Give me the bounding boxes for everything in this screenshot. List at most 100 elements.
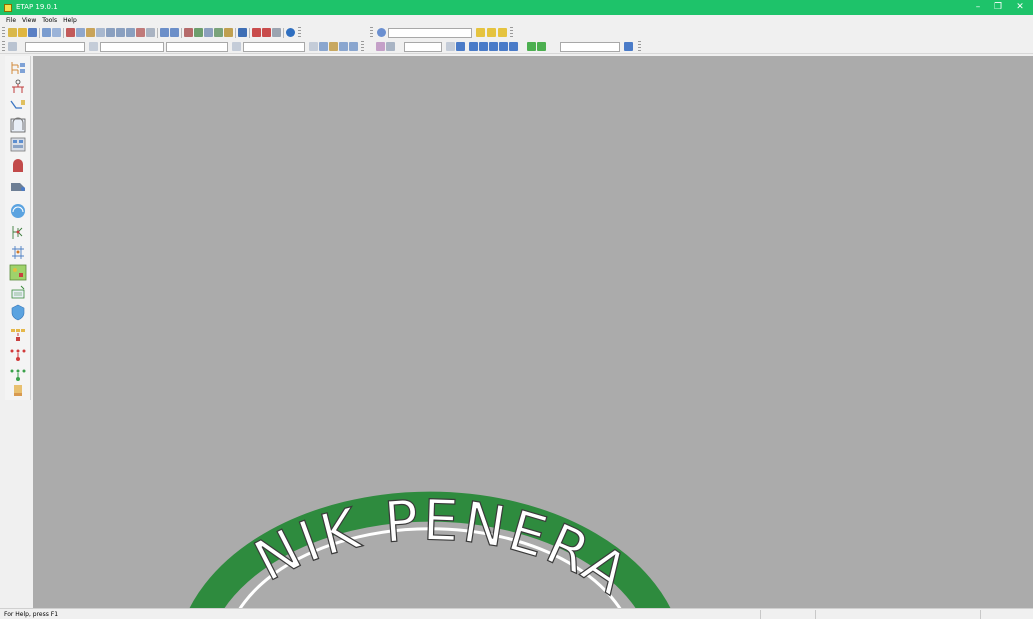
cut-icon[interactable] (66, 28, 75, 37)
status-pane-divider (760, 610, 761, 619)
grid-icon[interactable] (194, 28, 203, 37)
menu-view[interactable]: View (22, 15, 36, 26)
geographic-view-icon[interactable] (9, 264, 27, 281)
underground-raceway-icon[interactable] (9, 98, 27, 115)
transient-icon[interactable] (386, 42, 395, 51)
close-button[interactable]: ✕ (1010, 0, 1030, 15)
motor-acceleration-icon[interactable] (349, 42, 358, 51)
system-toolbar (5, 56, 31, 400)
short-circuit-icon[interactable] (329, 42, 338, 51)
run-load-flow-icon[interactable] (319, 42, 328, 51)
restore-button[interactable]: ❐ (988, 0, 1008, 15)
report-manager-icon[interactable] (262, 28, 271, 37)
one-line-icon[interactable] (9, 79, 27, 96)
print-preview-icon[interactable] (52, 28, 61, 37)
help-icon[interactable] (286, 28, 295, 37)
relay-icon[interactable] (499, 42, 508, 51)
arc-flash-icon[interactable] (339, 42, 348, 51)
new-project-icon[interactable] (8, 28, 17, 37)
check-continuity-icon[interactable] (146, 28, 155, 37)
revision-combo[interactable] (25, 42, 85, 52)
ground-grid-icon[interactable] (9, 117, 27, 134)
menu-tools[interactable]: Tools (42, 15, 57, 26)
zoom-in-icon[interactable] (106, 28, 115, 37)
redo-icon[interactable] (170, 28, 179, 37)
toolbar-grip[interactable] (370, 27, 373, 39)
bus-icon[interactable] (469, 42, 478, 51)
get-template-icon[interactable] (224, 28, 233, 37)
config-combo[interactable] (243, 42, 305, 52)
config-icon[interactable] (487, 28, 496, 37)
toolbar-separator (283, 28, 284, 38)
library-icon[interactable] (252, 28, 261, 37)
output-report-combo[interactable] (166, 42, 228, 52)
presentation-combo[interactable] (388, 28, 472, 38)
toolbar-grip[interactable] (361, 41, 364, 53)
base-revision-icon[interactable] (8, 42, 17, 51)
panel-system-icon[interactable] (9, 136, 27, 153)
presentation-icon[interactable] (476, 28, 485, 37)
watermark-seal: NIK PENERA (170, 446, 690, 619)
display-options-icon[interactable] (309, 42, 318, 51)
menu-bar: File View Tools Help (0, 15, 1033, 26)
pan-icon[interactable] (96, 28, 105, 37)
undo-icon[interactable] (160, 28, 169, 37)
menu-file[interactable]: File (6, 15, 16, 26)
status-pane-divider (815, 610, 816, 619)
toolbar-grip[interactable] (2, 41, 5, 53)
green-leaf-2-icon[interactable] (537, 42, 546, 51)
star-tcc-icon[interactable] (9, 224, 27, 241)
run-scenario-icon[interactable] (624, 42, 633, 51)
study-case-combo[interactable] (100, 42, 164, 52)
copy-icon[interactable] (76, 28, 85, 37)
report-icon[interactable] (232, 42, 241, 51)
control-circuit-icon[interactable] (9, 284, 27, 301)
status-help-text: For Help, press F1 (4, 611, 59, 618)
cable-pulling-icon[interactable] (9, 157, 27, 174)
minimize-button[interactable]: – (968, 0, 988, 15)
show-grid-icon[interactable] (204, 28, 213, 37)
etap-application-window: ETAP 19.0.1 – ❐ ✕ File View Tools Help N… (0, 0, 1033, 619)
study-wizard-icon[interactable] (9, 381, 27, 398)
zoom-fit-icon[interactable] (126, 28, 135, 37)
toolbar-separator (235, 28, 236, 38)
protection-sequence-icon[interactable] (9, 346, 27, 363)
standard-toolbar (0, 26, 1033, 40)
load-icon[interactable] (509, 42, 518, 51)
cable-icon[interactable] (9, 178, 27, 195)
print-icon[interactable] (42, 28, 51, 37)
revision-icon[interactable] (498, 28, 507, 37)
toolbar-separator (249, 28, 250, 38)
open-project-icon[interactable] (18, 28, 27, 37)
toolbar-grip[interactable] (638, 41, 641, 53)
zoom-window-icon[interactable] (136, 28, 145, 37)
logic-block-icon[interactable] (9, 326, 27, 343)
toolbar-grip[interactable] (2, 27, 5, 39)
sequence-icon[interactable] (9, 244, 27, 261)
down-arrow-icon[interactable] (456, 42, 465, 51)
harmonic-icon[interactable] (376, 42, 385, 51)
dashboard-icon[interactable] (9, 202, 27, 219)
toolbar-grip[interactable] (298, 27, 301, 39)
menu-help[interactable]: Help (63, 15, 77, 26)
text-box-icon[interactable] (184, 28, 193, 37)
edit-mode-icon[interactable] (89, 42, 98, 51)
toolbar-separator (181, 28, 182, 38)
green-leaf-icon[interactable] (527, 42, 536, 51)
kv-unit-icon[interactable] (446, 42, 455, 51)
find-icon[interactable] (272, 28, 281, 37)
theme-icon[interactable] (214, 28, 223, 37)
mode-icon[interactable] (377, 28, 386, 37)
toolbar-separator (157, 28, 158, 38)
hyperlink-icon[interactable] (238, 28, 247, 37)
save-icon[interactable] (28, 28, 37, 37)
breaker-icon[interactable] (489, 42, 498, 51)
toolbar-grip[interactable] (510, 27, 513, 39)
scenario-combo[interactable] (560, 42, 620, 52)
zoom-out-icon[interactable] (116, 28, 125, 37)
shield-icon[interactable] (9, 304, 27, 321)
kv-combo[interactable] (404, 42, 442, 52)
paste-icon[interactable] (86, 28, 95, 37)
transformer-icon[interactable] (479, 42, 488, 51)
network-tree-icon[interactable] (9, 60, 27, 77)
